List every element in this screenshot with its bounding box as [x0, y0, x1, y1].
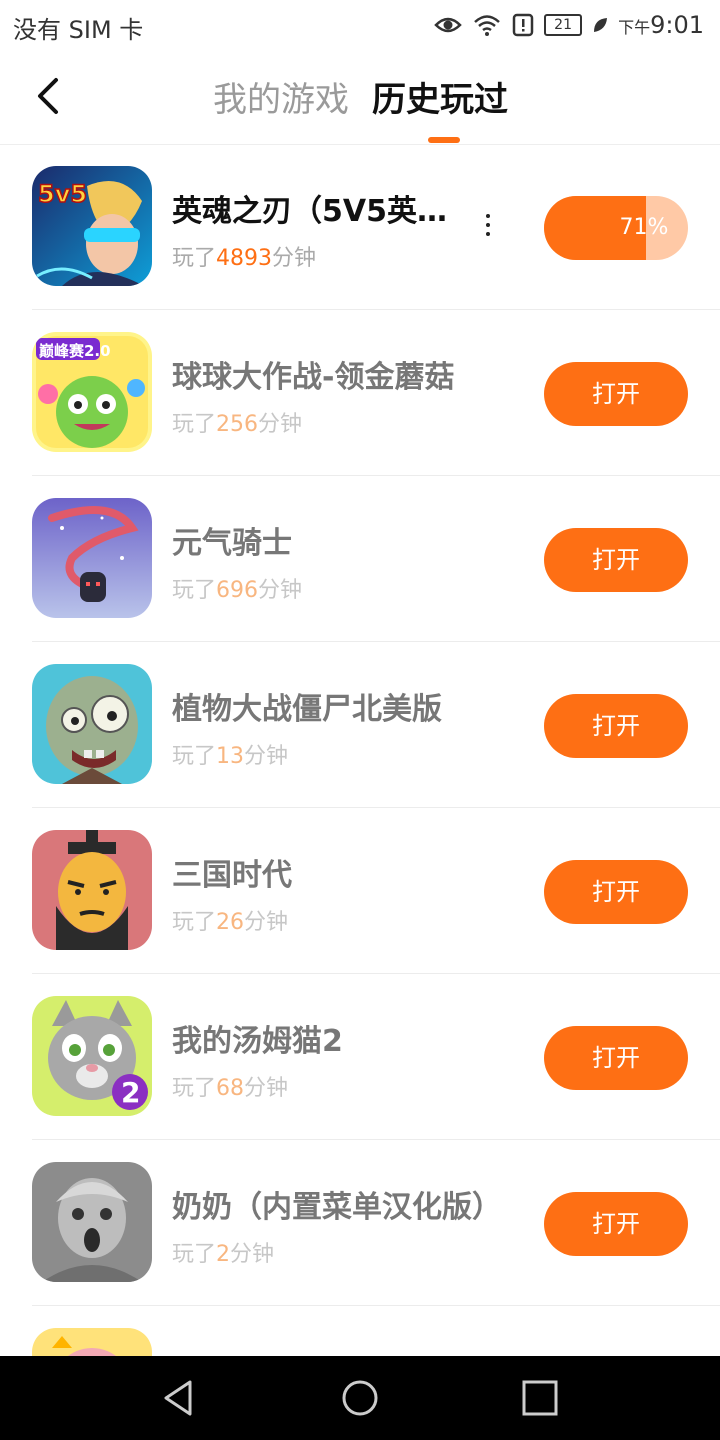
- played-time: 玩了2分钟: [172, 1236, 274, 1268]
- progress-text: 71%: [619, 215, 669, 240]
- played-time: 玩了26分钟: [172, 904, 288, 936]
- header: 我的游戏 历史玩过: [0, 50, 720, 145]
- icon-badge-text: 2: [121, 1076, 140, 1109]
- three-kingdoms-icon[interactable]: [32, 830, 152, 950]
- game-list: 5v5 英魂之刃（5V5英… 玩了4893分钟 71% 巅峰赛2.0 球球大作战…: [0, 144, 720, 1356]
- played-prefix: 玩了: [172, 412, 217, 437]
- played-suffix: 分钟: [258, 412, 303, 437]
- played-suffix: 分钟: [244, 910, 289, 935]
- game-row[interactable]: 5v5 英魂之刃（5V5英… 玩了4893分钟 71%: [0, 144, 720, 310]
- game-row[interactable]: 巅峰赛2.0 球球大作战-领金蘑菇 玩了256分钟 打开: [0, 310, 720, 476]
- game-title: 元气骑士: [172, 526, 292, 561]
- icon-badge-text: 5v5: [38, 180, 87, 208]
- played-suffix: 分钟: [230, 1242, 275, 1267]
- game-row[interactable]: [0, 1306, 720, 1356]
- icon-badge-text: 巅峰赛2.0: [39, 342, 111, 360]
- game-row[interactable]: 元气骑士 玩了696分钟 打开: [0, 476, 720, 642]
- played-time: 玩了256分钟: [172, 406, 302, 438]
- game-row[interactable]: 植物大战僵尸北美版 玩了13分钟 打开: [0, 642, 720, 808]
- partial-game-icon[interactable]: [32, 1328, 152, 1356]
- open-button[interactable]: 打开: [544, 1026, 688, 1090]
- carrier-text: 没有 SIM 卡: [13, 16, 144, 44]
- tab-my-games[interactable]: 我的游戏: [213, 72, 349, 121]
- back-arrow-icon[interactable]: [30, 76, 66, 116]
- played-time: 玩了13分钟: [172, 738, 288, 770]
- game-title: 奶奶（内置菜单汉化版）: [172, 1190, 502, 1225]
- game-title: 英魂之刃（5V5英…: [172, 194, 447, 229]
- played-prefix: 玩了: [172, 246, 217, 271]
- zombie-icon[interactable]: [32, 664, 152, 784]
- played-minutes: 256: [216, 412, 259, 437]
- played-prefix: 玩了: [172, 1076, 217, 1101]
- played-suffix: 分钟: [244, 744, 289, 769]
- wifi-icon: [474, 15, 500, 36]
- open-button[interactable]: 打开: [544, 860, 688, 924]
- nav-recents-icon[interactable]: [520, 1378, 560, 1418]
- game-title: 我的汤姆猫2: [172, 1024, 343, 1059]
- open-button[interactable]: 打开: [544, 362, 688, 426]
- nav-home-icon[interactable]: [340, 1378, 380, 1418]
- played-minutes: 696: [216, 578, 259, 603]
- soul-knight-icon[interactable]: [32, 498, 152, 618]
- played-time: 玩了696分钟: [172, 572, 302, 604]
- status-bar: 没有 SIM 卡 21 下午9:01: [0, 0, 720, 50]
- game-row[interactable]: 三国时代 玩了26分钟 打开: [0, 808, 720, 974]
- played-prefix: 玩了: [172, 1242, 217, 1267]
- played-prefix: 玩了: [172, 744, 217, 769]
- navigation-bar: [0, 1356, 720, 1440]
- played-minutes: 4893: [216, 246, 273, 271]
- played-time: 玩了4893分钟: [172, 240, 316, 272]
- eye-icon: [434, 17, 462, 33]
- tab-history[interactable]: 历史玩过: [372, 72, 508, 121]
- battery-level: 21: [554, 17, 572, 33]
- game-title: 三国时代: [172, 858, 292, 893]
- played-minutes: 13: [216, 744, 245, 769]
- played-minutes: 2: [216, 1242, 231, 1267]
- open-button[interactable]: 打开: [544, 528, 688, 592]
- nav-back-icon[interactable]: [160, 1378, 200, 1418]
- game-title: 植物大战僵尸北美版: [172, 692, 442, 727]
- more-options-icon[interactable]: [476, 214, 500, 242]
- time-prefix: 下午: [618, 18, 651, 37]
- hero-game-icon[interactable]: 5v5: [32, 166, 152, 286]
- game-row[interactable]: 奶奶（内置菜单汉化版） 玩了2分钟 打开: [0, 1140, 720, 1306]
- game-row[interactable]: 2 我的汤姆猫2 玩了68分钟 打开: [0, 974, 720, 1140]
- leaf-icon: [594, 18, 608, 32]
- played-suffix: 分钟: [244, 1076, 289, 1101]
- granny-icon[interactable]: [32, 1162, 152, 1282]
- clock-text: 9:01: [650, 11, 704, 39]
- played-suffix: 分钟: [258, 578, 303, 603]
- played-minutes: 26: [216, 910, 245, 935]
- played-suffix: 分钟: [272, 246, 317, 271]
- played-time: 玩了68分钟: [172, 1070, 288, 1102]
- ball-battle-icon[interactable]: 巅峰赛2.0: [32, 332, 152, 452]
- played-prefix: 玩了: [172, 910, 217, 935]
- battery-icon: 21: [544, 14, 583, 36]
- played-minutes: 68: [216, 1076, 245, 1101]
- played-prefix: 玩了: [172, 578, 217, 603]
- open-button[interactable]: 打开: [544, 1192, 688, 1256]
- game-title: 球球大作战-领金蘑菇: [172, 360, 455, 395]
- open-button[interactable]: 打开: [544, 694, 688, 758]
- tom-cat-icon[interactable]: 2: [32, 996, 152, 1116]
- alert-icon: [512, 13, 534, 37]
- download-progress-button[interactable]: 71%: [544, 196, 688, 260]
- tab-indicator: [428, 137, 460, 143]
